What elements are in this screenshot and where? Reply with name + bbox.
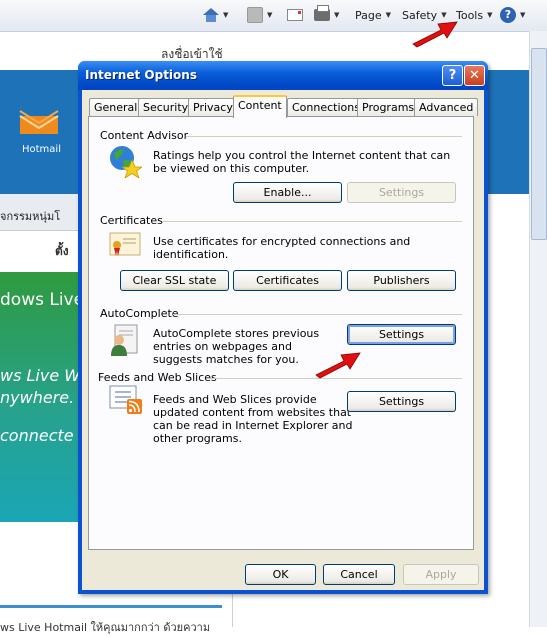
dialog-titlebar[interactable]: Internet Options ? ✕ [78, 61, 488, 90]
feeds-heading: Feeds and Web Slices [98, 371, 217, 384]
tab-connections[interactable]: Connections [287, 98, 365, 116]
help-icon: ? [500, 7, 516, 23]
promo-banner[interactable]: dows Live ws Live W nywhere. connecte [0, 272, 80, 522]
certificate-icon [109, 232, 141, 256]
help-button[interactable]: ? [442, 65, 463, 86]
certificates-description: Use certificates for encrypted connectio… [153, 235, 411, 261]
divider [186, 136, 462, 137]
feeds-description: Feeds and Web Slices provide updated con… [153, 393, 353, 445]
close-button[interactable]: ✕ [464, 65, 485, 86]
tab-advanced[interactable]: Advanced [414, 98, 479, 116]
tab-privacy[interactable]: Privacy [188, 98, 238, 116]
hotmail-envelope-icon[interactable] [18, 108, 60, 136]
tab-general[interactable]: General [89, 98, 143, 116]
chevron-down-icon: ▼ [334, 11, 340, 19]
hotmail-label[interactable]: Hotmail [22, 144, 61, 155]
divider [173, 314, 462, 315]
tools-menu-label: Tools [456, 8, 484, 22]
chevron-down-icon: ▼ [223, 11, 229, 19]
divider [0, 605, 222, 608]
feeds-icon [247, 7, 263, 23]
certificates-heading: Certificates [100, 214, 163, 227]
home-icon [203, 8, 219, 22]
chevron-down-icon: ▼ [487, 11, 493, 19]
print-icon [314, 5, 330, 21]
page-body-text: ws Live Hotmail ให้คุณมากกว่า ด้วยความ [0, 621, 211, 634]
autocomplete-icon [111, 324, 138, 356]
chevron-down-icon: ▼ [520, 11, 526, 19]
print-button[interactable]: ▼ [314, 5, 339, 25]
publishers-button[interactable]: Publishers [347, 270, 456, 291]
internet-options-dialog: Internet Options ? ✕ General Security Pr… [78, 61, 488, 594]
help-menu[interactable]: ? ▼ [500, 5, 525, 25]
annotation-arrow-icon [412, 21, 458, 48]
chevron-down-icon: ▼ [267, 11, 273, 19]
tab-content[interactable]: Content [233, 95, 287, 118]
header-banner-right [488, 70, 529, 194]
enable-button[interactable]: Enable... [233, 182, 342, 203]
content-advisor-settings-button[interactable]: Settings [347, 182, 456, 203]
tab-security[interactable]: Security [138, 98, 194, 116]
page-menu-label: Page [355, 8, 382, 22]
feeds-button[interactable]: ▼ [247, 5, 272, 25]
feeds-icon [109, 385, 142, 414]
close-icon: ✕ [469, 68, 480, 83]
autocomplete-heading: AutoComplete [100, 307, 179, 320]
promo-line: nywhere. [0, 388, 75, 407]
certificates-button[interactable]: Certificates [233, 270, 342, 291]
divider [232, 592, 233, 627]
activities-tab[interactable]: จกรรมหนุ่มโ [0, 207, 60, 225]
content-tab-panel: Content Advisor Ratings help you control… [88, 116, 474, 550]
content-advisor-description: Ratings help you control the Internet co… [153, 149, 451, 175]
cancel-button[interactable]: Cancel [323, 564, 395, 585]
feeds-settings-button[interactable]: Settings [347, 391, 456, 412]
promo-line: connecte [0, 426, 74, 445]
dialog-client-area: General Security Privacy Content Connect… [82, 90, 484, 590]
content-advisor-heading: Content Advisor [100, 129, 189, 142]
tab-programs[interactable]: Programs [357, 98, 420, 116]
settings-heading: ตั้ง [55, 244, 69, 258]
ie-command-bar: ▼ ▼ ▼ Page ▼ Safety ▼ Tools ▼ ? ▼ [0, 0, 547, 32]
dialog-title: Internet Options [85, 68, 197, 82]
clear-ssl-state-button[interactable]: Clear SSL state [120, 270, 229, 291]
page-scrollbar-thumb[interactable] [531, 48, 547, 240]
question-icon: ? [448, 68, 457, 83]
apply-button[interactable]: Apply [403, 564, 479, 585]
promo-line: ws Live W [0, 366, 80, 385]
home-button[interactable]: ▼ [203, 5, 228, 25]
autocomplete-settings-button[interactable]: Settings [347, 324, 456, 345]
read-mail-icon [287, 9, 303, 21]
read-mail-button[interactable] [287, 5, 303, 25]
ok-button[interactable]: OK [245, 564, 316, 585]
tools-menu[interactable]: Tools ▼ [456, 5, 493, 25]
promo-line: dows Live [0, 290, 80, 310]
divider [163, 221, 462, 222]
annotation-arrow-icon [315, 352, 361, 379]
page-menu[interactable]: Page ▼ [355, 5, 391, 25]
chevron-down-icon: ▼ [385, 11, 392, 19]
content-advisor-icon [110, 146, 142, 178]
